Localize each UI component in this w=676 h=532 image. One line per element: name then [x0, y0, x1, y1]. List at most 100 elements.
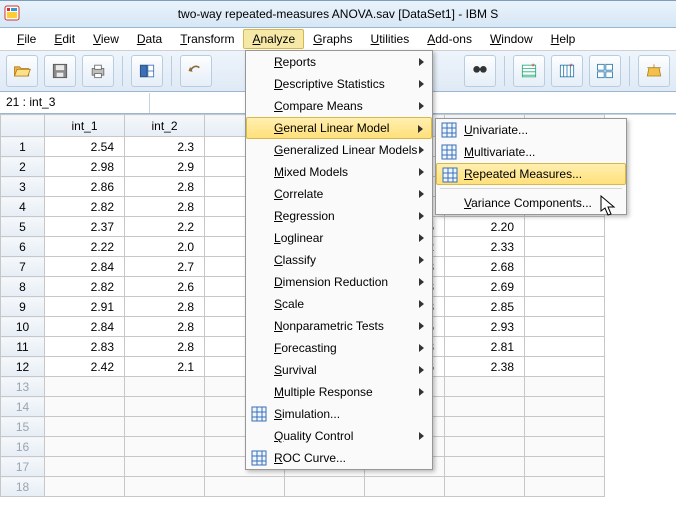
cell-empty[interactable]: [125, 457, 205, 477]
col-header[interactable]: int_2: [125, 115, 205, 137]
cell[interactable]: 2.6: [125, 277, 205, 297]
cell[interactable]: 2.83: [45, 337, 125, 357]
cell[interactable]: 2.3: [125, 137, 205, 157]
cell-empty[interactable]: [445, 457, 525, 477]
cell[interactable]: 2.84: [45, 257, 125, 277]
menu-item-dimension-reduction[interactable]: Dimension Reduction: [246, 271, 432, 293]
menu-item-survival[interactable]: Survival: [246, 359, 432, 381]
menu-analyze[interactable]: Analyze: [243, 29, 304, 49]
cell[interactable]: 2.82: [45, 197, 125, 217]
cell[interactable]: 2.42: [45, 357, 125, 377]
cell-name-box[interactable]: 21 : int_3: [0, 93, 150, 114]
row-header[interactable]: 2: [1, 157, 45, 177]
cell-empty[interactable]: [125, 397, 205, 417]
corner-cell[interactable]: [1, 115, 45, 137]
insert-var-button[interactable]: *: [551, 55, 583, 87]
cell[interactable]: 2.2: [125, 217, 205, 237]
menu-file[interactable]: File: [8, 29, 45, 49]
cell[interactable]: 2.8: [125, 337, 205, 357]
row-header[interactable]: 12: [1, 357, 45, 377]
cell-empty[interactable]: [525, 377, 605, 397]
row-header[interactable]: 17: [1, 457, 45, 477]
menu-help[interactable]: Help: [542, 29, 585, 49]
menu-transform[interactable]: Transform: [171, 29, 243, 49]
cell-empty[interactable]: [525, 417, 605, 437]
print-button[interactable]: [82, 55, 114, 87]
row-header[interactable]: 9: [1, 297, 45, 317]
cell-empty[interactable]: [365, 477, 445, 497]
cell[interactable]: [525, 357, 605, 377]
cell[interactable]: 2.98: [45, 157, 125, 177]
menu-window[interactable]: Window: [481, 29, 542, 49]
menu-utilities[interactable]: Utilities: [362, 29, 419, 49]
cell-empty[interactable]: [445, 417, 525, 437]
row-header[interactable]: 6: [1, 237, 45, 257]
cell[interactable]: 2.69: [445, 277, 525, 297]
row-header[interactable]: 4: [1, 197, 45, 217]
cell[interactable]: 2.38: [445, 357, 525, 377]
cell[interactable]: 2.84: [45, 317, 125, 337]
cell-empty[interactable]: [445, 397, 525, 417]
menu-item-roc-curve[interactable]: ROC Curve...: [246, 447, 432, 469]
cell[interactable]: 2.9: [125, 157, 205, 177]
cell-empty[interactable]: [445, 477, 525, 497]
find-button[interactable]: [464, 55, 496, 87]
menu-data[interactable]: Data: [128, 29, 171, 49]
cell[interactable]: 2.8: [125, 297, 205, 317]
cell[interactable]: [525, 237, 605, 257]
cell[interactable]: 2.0: [125, 237, 205, 257]
menu-item-reports[interactable]: Reports: [246, 51, 432, 73]
row-header[interactable]: 7: [1, 257, 45, 277]
row-header[interactable]: 13: [1, 377, 45, 397]
cell-empty[interactable]: [125, 377, 205, 397]
row-header[interactable]: 16: [1, 437, 45, 457]
menu-item-loglinear[interactable]: Loglinear: [246, 227, 432, 249]
split-file-button[interactable]: [589, 55, 621, 87]
cell-empty[interactable]: [525, 437, 605, 457]
cell-empty[interactable]: [285, 477, 365, 497]
cell-empty[interactable]: [45, 477, 125, 497]
row-header[interactable]: 3: [1, 177, 45, 197]
menu-item-descriptive-statistics[interactable]: Descriptive Statistics: [246, 73, 432, 95]
cell-empty[interactable]: [525, 477, 605, 497]
cell-empty[interactable]: [525, 397, 605, 417]
row-header[interactable]: 18: [1, 477, 45, 497]
submenu-item-univariate[interactable]: Univariate...: [436, 119, 626, 141]
menu-item-mixed-models[interactable]: Mixed Models: [246, 161, 432, 183]
menu-item-nonparametric-tests[interactable]: Nonparametric Tests: [246, 315, 432, 337]
cell[interactable]: 2.82: [45, 277, 125, 297]
cell-empty[interactable]: [45, 457, 125, 477]
cell[interactable]: 2.37: [45, 217, 125, 237]
cell-empty[interactable]: [45, 437, 125, 457]
menu-item-scale[interactable]: Scale: [246, 293, 432, 315]
undo-button[interactable]: [180, 55, 212, 87]
row-header[interactable]: 10: [1, 317, 45, 337]
submenu-item-variance-components[interactable]: Variance Components...: [436, 192, 626, 214]
submenu-item-repeated-measures[interactable]: Repeated Measures...: [436, 163, 626, 185]
cell[interactable]: 2.86: [45, 177, 125, 197]
menu-item-simulation[interactable]: Simulation...: [246, 403, 432, 425]
cell[interactable]: [525, 317, 605, 337]
cell[interactable]: 2.68: [445, 257, 525, 277]
cell[interactable]: 2.33: [445, 237, 525, 257]
menu-graphs[interactable]: Graphs: [304, 29, 361, 49]
row-header[interactable]: 11: [1, 337, 45, 357]
menu-item-correlate[interactable]: Correlate: [246, 183, 432, 205]
cell[interactable]: 2.8: [125, 317, 205, 337]
cell[interactable]: 2.20: [445, 217, 525, 237]
cell[interactable]: 2.1: [125, 357, 205, 377]
open-button[interactable]: [6, 55, 38, 87]
menu-item-classify[interactable]: Classify: [246, 249, 432, 271]
cell-empty[interactable]: [45, 377, 125, 397]
row-header[interactable]: 5: [1, 217, 45, 237]
cell-empty[interactable]: [525, 457, 605, 477]
cell[interactable]: [525, 297, 605, 317]
cell-empty[interactable]: [45, 417, 125, 437]
menu-item-multiple-response[interactable]: Multiple Response: [246, 381, 432, 403]
cell[interactable]: 2.8: [125, 177, 205, 197]
menu-item-regression[interactable]: Regression: [246, 205, 432, 227]
menu-item-general-linear-model[interactable]: General Linear Model: [246, 117, 432, 139]
cell[interactable]: 2.93: [445, 317, 525, 337]
save-button[interactable]: [44, 55, 76, 87]
row-header[interactable]: 1: [1, 137, 45, 157]
